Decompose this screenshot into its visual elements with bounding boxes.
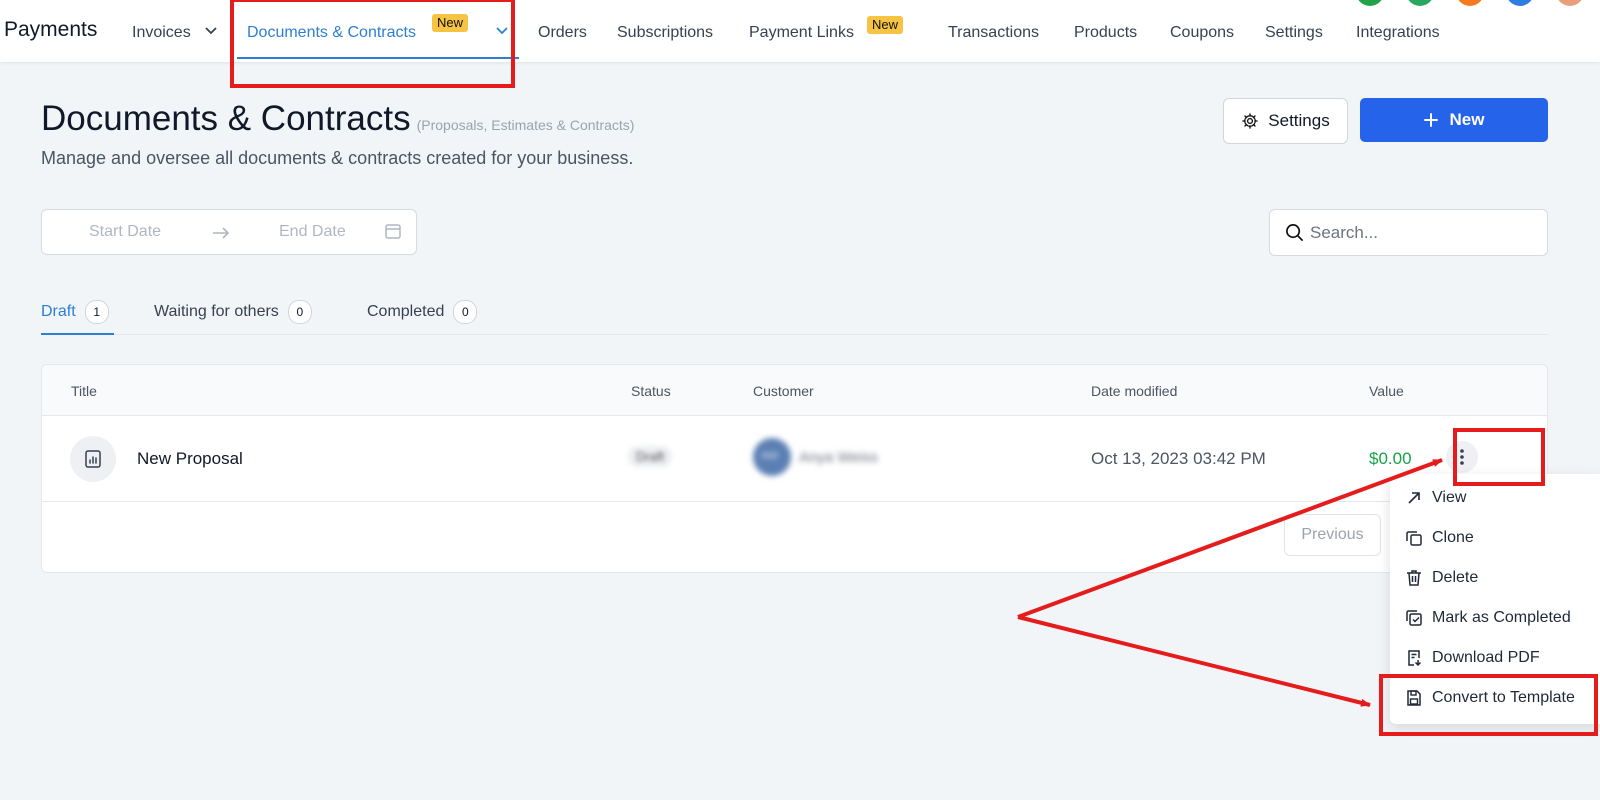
arrow-to-actions — [1017, 458, 1443, 619]
arrow-to-convert — [1017, 615, 1371, 707]
annotation-arrows — [1017, 458, 1443, 707]
